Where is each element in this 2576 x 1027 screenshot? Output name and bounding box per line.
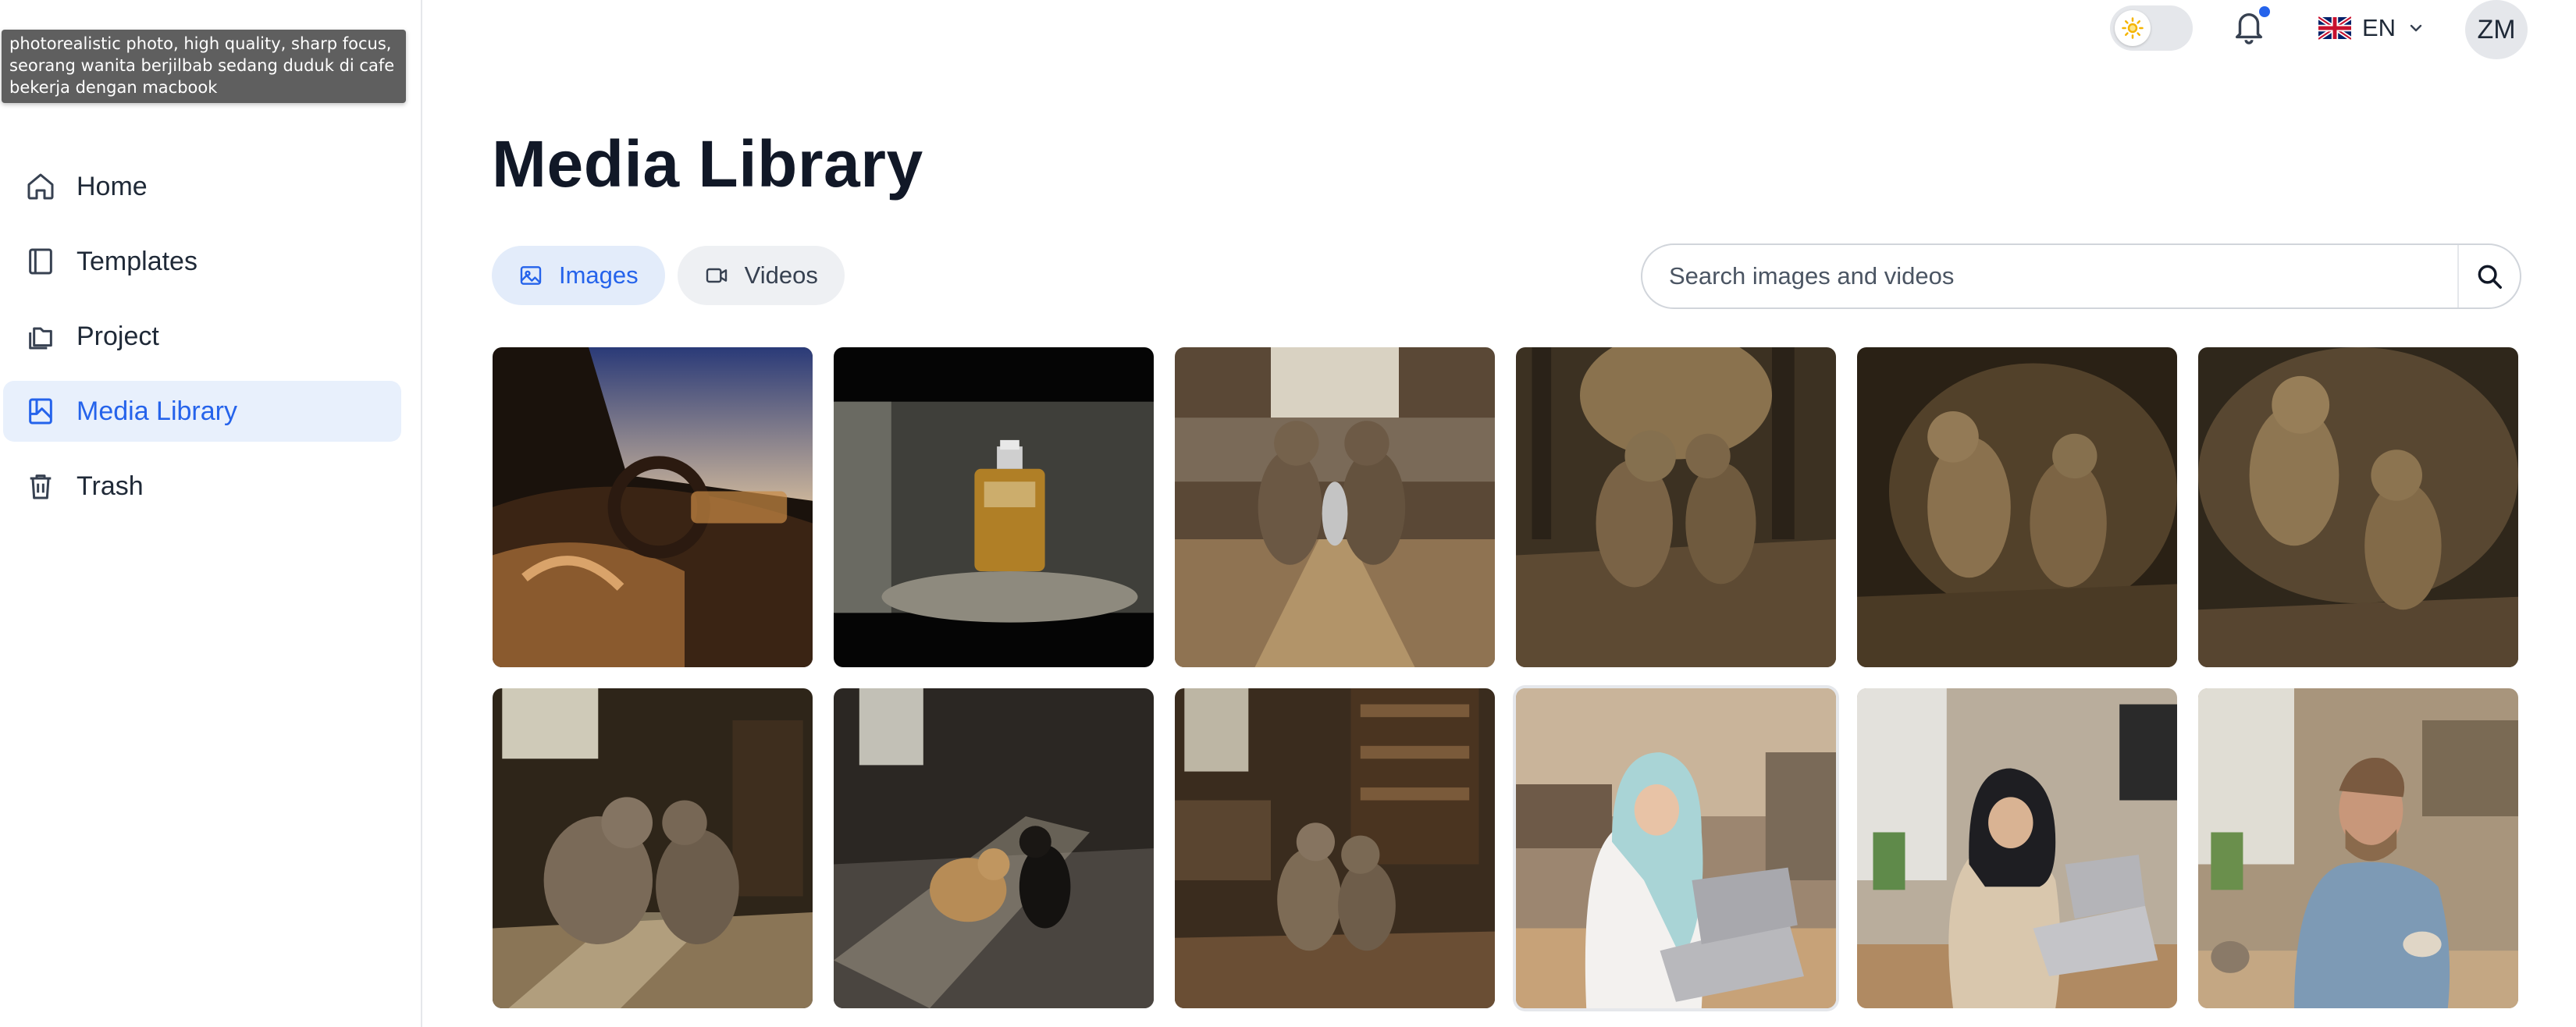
sidebar-item-trash[interactable]: Trash	[3, 456, 401, 517]
sun-icon	[2115, 10, 2151, 46]
media-thumbnail-cats-forest[interactable]	[1516, 347, 1836, 667]
search-icon	[2478, 265, 2502, 289]
media-thumbnail-woman-hijab-cafe-2[interactable]	[1857, 688, 2177, 1008]
media-thumbnail-man-cafe[interactable]	[2198, 688, 2518, 1008]
notification-badge	[2259, 6, 2270, 17]
language-selector[interactable]: EN	[2318, 9, 2425, 47]
tooltip: photorealistic photo, high quality, shar…	[2, 30, 406, 103]
media-thumbnail-cats-dark-2[interactable]	[2198, 347, 2518, 667]
theme-toggle[interactable]	[2110, 5, 2193, 51]
sidebar-item-project[interactable]: Project	[3, 306, 401, 367]
media-thumbnail-cats-library[interactable]	[1175, 688, 1495, 1008]
media-library-icon	[23, 394, 58, 428]
sidebar-item-media-library[interactable]: Media Library	[3, 381, 401, 442]
media-type-tabs: Images Videos	[492, 246, 857, 305]
media-thumbnail-perfume-bottle[interactable]	[834, 347, 1154, 667]
sidebar-item-home[interactable]: Home	[3, 156, 401, 217]
sidebar-nav: Home Templates Project Media Library Tra…	[3, 156, 401, 531]
book-icon	[23, 244, 58, 279]
image-icon	[518, 262, 545, 289]
page-title: Media Library	[492, 127, 923, 201]
media-thumbnail-cats-brick[interactable]	[834, 688, 1154, 1008]
language-code: EN	[2362, 14, 2396, 41]
notifications-button[interactable]	[2231, 6, 2270, 50]
uk-flag-icon	[2318, 16, 2351, 40]
search-input[interactable]	[1642, 245, 2457, 307]
search-button[interactable]	[2457, 245, 2520, 307]
sidebar-item-label: Project	[76, 321, 159, 351]
sidebar-item-templates[interactable]: Templates	[3, 231, 401, 292]
media-thumbnail-cats-window[interactable]	[493, 688, 813, 1008]
media-thumbnail-cats-kitchen[interactable]	[1175, 347, 1495, 667]
trash-icon	[23, 469, 58, 503]
media-thumbnail-car-interior[interactable]	[493, 347, 813, 667]
media-thumbnail-woman-hijab-cafe-1[interactable]	[1516, 688, 1836, 1008]
sidebar-item-label: Home	[76, 171, 148, 201]
tab-videos[interactable]: Videos	[677, 246, 845, 305]
search-bar	[1641, 243, 2521, 309]
home-icon	[23, 169, 58, 204]
sidebar-item-label: Templates	[76, 246, 197, 276]
tab-label: Videos	[744, 261, 818, 289]
chevron-down-icon	[2410, 24, 2422, 32]
sidebar-item-label: Media Library	[76, 396, 237, 426]
avatar[interactable]: ZM	[2465, 0, 2528, 59]
sidebar-item-label: Trash	[76, 471, 144, 501]
app-root: photorealistic photo, high quality, shar…	[0, 0, 2576, 1027]
media-thumbnail-cats-dark[interactable]	[1857, 347, 2177, 667]
video-icon	[704, 262, 731, 289]
tab-images[interactable]: Images	[492, 246, 665, 305]
folders-icon	[23, 319, 58, 354]
sidebar: photorealistic photo, high quality, shar…	[0, 0, 422, 1027]
tab-label: Images	[559, 261, 639, 289]
